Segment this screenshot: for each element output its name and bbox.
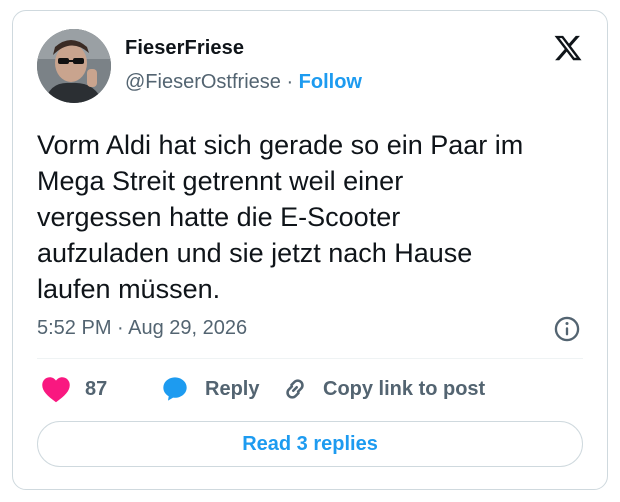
embedded-post-card: FieserFriese @FieserOstfriese · Follow V… — [12, 10, 608, 490]
x-logo-icon[interactable] — [553, 33, 583, 63]
follow-button[interactable]: Follow — [299, 71, 362, 93]
read-replies-button[interactable]: Read 3 replies — [37, 421, 583, 467]
action-bar: 87 Reply Copy link to post — [37, 373, 587, 405]
author-handle-row: @FieserOstfriese · Follow — [125, 71, 362, 94]
info-icon[interactable] — [553, 315, 581, 343]
author-display-name[interactable]: FieserFriese — [125, 37, 244, 60]
post-timestamp[interactable]: 5:52 PM · Aug 29, 2026 — [37, 317, 247, 340]
speech-bubble-icon — [163, 377, 187, 401]
divider — [37, 358, 583, 359]
like-count: 87 — [85, 377, 108, 400]
link-icon — [286, 379, 304, 399]
like-button[interactable]: 87 — [41, 373, 107, 405]
reply-label: Reply — [205, 377, 260, 400]
post-text: Vorm Aldi hat sich gerade so ein Paar im… — [37, 127, 597, 307]
post-text-line: vergessen hatte die E-Scooter — [37, 202, 401, 232]
avatar-photo — [37, 29, 111, 103]
author-handle[interactable]: @FieserOstfriese — [125, 71, 281, 93]
copy-link-button[interactable]: Copy link to post — [281, 373, 485, 405]
copy-link-label: Copy link to post — [323, 377, 486, 400]
heart-icon — [42, 377, 70, 403]
post-text-line: laufen müssen. — [37, 274, 221, 304]
avatar[interactable] — [37, 29, 111, 103]
post-text-line: aufzuladen und sie jetzt nach Hause — [37, 238, 473, 268]
post-text-line: Vorm Aldi hat sich gerade so ein Paar im — [37, 130, 524, 160]
handle-separator: · — [280, 71, 299, 93]
post-text-line: Mega Streit getrennt weil einer — [37, 166, 404, 196]
reply-button[interactable]: Reply — [161, 373, 259, 405]
